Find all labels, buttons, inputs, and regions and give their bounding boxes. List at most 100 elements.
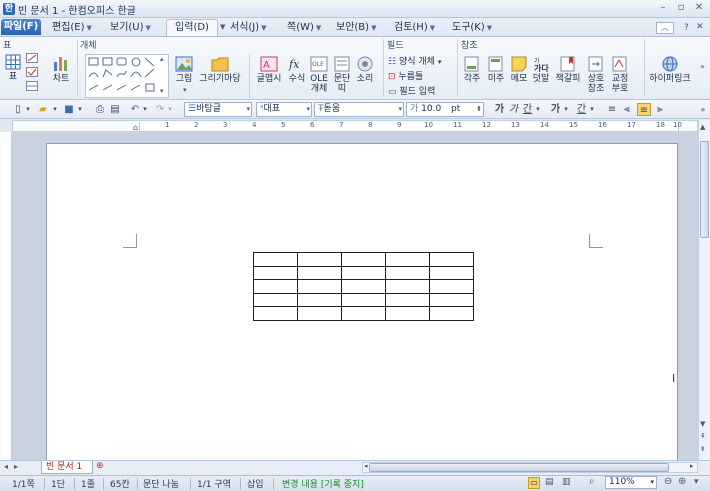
table-cell[interactable] (385, 252, 430, 267)
field-input-button[interactable]: ▭ 필드 입력 (388, 84, 435, 97)
table-cell[interactable] (385, 292, 430, 308)
chevron-down-icon[interactable]: ▾ (534, 103, 542, 116)
italic-button[interactable]: 가 (508, 103, 519, 116)
table-cell[interactable] (297, 306, 342, 321)
table-cell[interactable] (385, 265, 430, 281)
endnote-button[interactable]: 미주 (485, 56, 507, 84)
table-cell[interactable] (429, 265, 474, 281)
underline-button[interactable]: 간 (522, 103, 533, 116)
tab-tools[interactable]: 도구(K) ▼ (452, 20, 492, 35)
table-cell[interactable] (253, 279, 298, 294)
paragraph-band-button[interactable]: 문단 띠 (332, 56, 352, 94)
scroll-right-icon[interactable]: ▸ (690, 462, 694, 470)
scroll-up-icon[interactable]: ▴ (160, 55, 164, 63)
scroll-down-icon[interactable]: ▼ (700, 420, 705, 428)
click-here-button[interactable]: ⊡ 누름틀 (388, 69, 423, 82)
table-cell[interactable] (253, 265, 298, 281)
style-select[interactable]: ☰바탕글 ▾ (184, 102, 252, 117)
open-folder-icon[interactable]: ▰ (36, 103, 50, 116)
chevron-down-icon[interactable]: ▾ (183, 86, 187, 94)
align-center-icon[interactable]: ≡ (637, 103, 651, 116)
align-right-icon[interactable]: ⫸ (654, 103, 666, 116)
horizontal-scroll-thumb[interactable] (369, 463, 669, 472)
status-insert-mode[interactable]: 삽입 (247, 477, 264, 490)
new-document-icon[interactable]: ▯ (12, 103, 24, 116)
view-normal-icon[interactable]: ▭ (528, 477, 540, 489)
tab-page[interactable]: 쪽(W) ▼ (287, 20, 321, 35)
vertical-ruler[interactable] (0, 132, 12, 460)
table-cell[interactable] (341, 252, 386, 267)
formula-button[interactable]: fx 수식 (287, 56, 307, 84)
table-cell[interactable] (341, 265, 386, 281)
new-tab-icon[interactable]: ⊕ (96, 461, 104, 471)
align-justify-icon[interactable]: ≡ (606, 103, 618, 116)
view-outline-icon[interactable]: ▥ (562, 477, 571, 487)
view-web-icon[interactable]: ▤ (545, 477, 554, 487)
document-workspace[interactable]: I (12, 132, 698, 460)
table-cell[interactable] (429, 292, 474, 308)
table-cell[interactable] (253, 292, 298, 308)
table-cell[interactable] (341, 279, 386, 294)
text-art-button[interactable]: A 글맵시 (254, 56, 284, 84)
tab-view[interactable]: 보기(U) ▼ (110, 20, 151, 35)
hyperlink-button[interactable]: 하이퍼링크 (648, 56, 692, 84)
table-cell[interactable] (297, 265, 342, 281)
font-size-input[interactable]: 가 10.0 pt ⬍ (406, 102, 484, 117)
zoom-out-icon[interactable]: ⊖ (664, 476, 672, 487)
redo-icon[interactable]: ↷ (154, 103, 166, 116)
table-check-icon[interactable] (26, 67, 38, 77)
file-menu-tab[interactable]: 파일(F) (1, 19, 41, 35)
table-cell[interactable] (429, 252, 474, 267)
close-button[interactable]: ✕ (692, 2, 706, 14)
drawing-market-button[interactable]: 그리기마당 (198, 56, 242, 84)
font-color-button[interactable]: 간 (576, 103, 587, 116)
table-cell[interactable] (429, 279, 474, 294)
tab-prev-icon[interactable]: ◂ (4, 462, 8, 471)
table-calc-icon[interactable] (26, 81, 38, 91)
ruby-button[interactable]: 가 가다 덧말 (531, 56, 551, 84)
chart-button[interactable]: 차트 (49, 54, 73, 84)
table-cell[interactable] (385, 306, 430, 321)
cross-reference-button[interactable]: 상호 참조 (585, 56, 607, 94)
tab-format[interactable]: 서식(J) ▼ (230, 20, 267, 35)
zoom-select[interactable]: 110% ▾ (605, 476, 657, 489)
strike-button[interactable]: 가 (550, 103, 561, 116)
table-cell[interactable] (297, 279, 342, 294)
chevron-down-icon[interactable]: ▾ (24, 103, 32, 116)
ribbon-more-icon[interactable]: » (700, 62, 705, 71)
chevron-down-icon[interactable]: ▾ (51, 103, 59, 116)
proofreading-marks-button[interactable]: 교정 부호 (609, 56, 631, 94)
tab-insert[interactable]: 입력(D) (166, 19, 218, 37)
table-cell[interactable] (253, 306, 298, 321)
tab-security[interactable]: 보안(B) ▼ (336, 20, 376, 35)
tab-next-icon[interactable]: ▸ (14, 462, 18, 471)
chevron-down-icon[interactable]: ▾ (588, 103, 596, 116)
undo-icon[interactable]: ↶ (129, 103, 141, 116)
status-track-changes[interactable]: 변경 내용 [기록 중지] (282, 477, 364, 490)
table-cell[interactable] (253, 252, 298, 267)
expand-gallery-icon[interactable]: ▾ (160, 87, 164, 95)
horizontal-ruler[interactable]: 1 2 3 4 5 6 7 8 9 10 11 12 13 14 15 16 1… (12, 120, 698, 132)
tab-review[interactable]: 검토(H) ▼ (394, 20, 435, 35)
shape-gallery[interactable] (85, 54, 169, 98)
table-cell[interactable] (341, 306, 386, 321)
vertical-scroll-thumb[interactable] (700, 141, 709, 238)
chevron-down-icon[interactable]: ▾ (76, 103, 84, 116)
scroll-up-icon[interactable]: ▲ (700, 123, 705, 131)
memo-button[interactable]: 메모 (509, 56, 529, 84)
table-button[interactable]: 표 (3, 54, 23, 82)
align-left-icon[interactable]: ⫷ (621, 103, 633, 116)
status-more-icon[interactable]: ▾ (694, 477, 699, 487)
document-table[interactable] (253, 252, 474, 321)
picture-button[interactable]: 그림 (173, 56, 195, 84)
table-cell[interactable] (429, 306, 474, 321)
chevron-down-icon[interactable]: ▾ (562, 103, 570, 116)
bookmark-button[interactable]: 책갈피 (554, 56, 582, 84)
save-icon[interactable]: ■ (63, 103, 75, 116)
bold-button[interactable]: 가 (494, 103, 505, 116)
maximize-button[interactable]: ▫ (674, 2, 688, 14)
table-cell[interactable] (341, 292, 386, 308)
toolbar-more-icon[interactable]: » (698, 103, 708, 116)
font-name-select[interactable]: Ŧ돋움 ▾ (314, 102, 404, 117)
footnote-button[interactable]: 각주 (461, 56, 483, 84)
